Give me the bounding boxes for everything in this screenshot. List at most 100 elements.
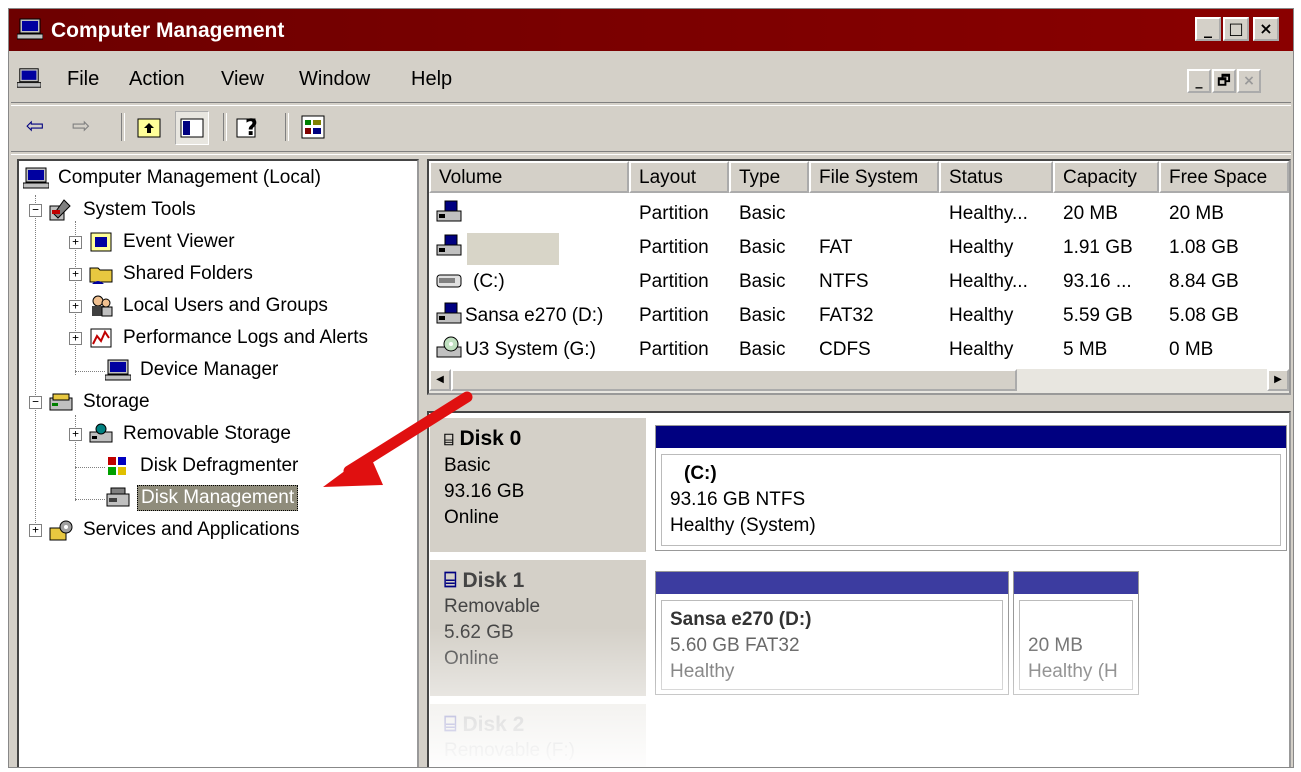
partition-bar: [656, 572, 1008, 594]
expand-icon[interactable]: +: [69, 427, 82, 441]
mdi-document-icon[interactable]: [17, 67, 41, 89]
mdi-close-button[interactable]: ×: [1237, 69, 1261, 93]
show-hide-tree-icon[interactable]: [175, 111, 209, 145]
cell-type: Basic: [739, 237, 786, 258]
tree-item-disk-management[interactable]: Disk Management: [105, 483, 299, 513]
tree-item-event-viewer[interactable]: + Event Viewer: [69, 227, 238, 257]
tree-item-services[interactable]: + Services and Applications: [29, 515, 303, 545]
cell-capacity: 20 MB: [1063, 203, 1118, 224]
window-title: Computer Management: [51, 19, 285, 42]
menu-action[interactable]: Action: [129, 68, 185, 91]
cell-type: Basic: [739, 339, 786, 360]
cell-free-space: 20 MB: [1169, 203, 1224, 224]
expand-icon[interactable]: +: [29, 523, 42, 537]
hard-drive-icon: [436, 274, 462, 288]
disk-1-size: 5.62 GB: [444, 622, 514, 643]
cd-drive-icon: [436, 336, 462, 358]
cell-type: Basic: [739, 271, 786, 292]
tree-item-disk-defragmenter[interactable]: Disk Defragmenter: [105, 451, 301, 481]
mdi-minimize-button[interactable]: _: [1187, 69, 1211, 93]
cell-file-system: FAT32: [819, 305, 874, 326]
toolbar-separator: [121, 113, 125, 141]
partition-info: (C:) 93.16 GB NTFS Healthy (System): [661, 454, 1281, 546]
menu-window[interactable]: Window: [299, 68, 370, 91]
help-icon[interactable]: ?: [233, 111, 265, 143]
partition-20mb[interactable]: 20 MB Healthy (H: [1013, 571, 1139, 695]
menu-bar: File Action View Window Help: [9, 59, 1293, 99]
volume-list[interactable]: Volume Layout Type File System Status Ca…: [427, 159, 1291, 395]
disk-2-label[interactable]: ⌸ Disk 2 Removable (F:): [429, 703, 647, 767]
column-header-type[interactable]: Type: [729, 161, 809, 193]
tree-connector: [75, 467, 105, 468]
cell-volume: Sansa e270 (D:): [465, 305, 604, 326]
menu-help[interactable]: Help: [411, 68, 452, 91]
cell-layout: Partition: [639, 271, 709, 292]
column-header-free-space[interactable]: Free Space: [1159, 161, 1289, 193]
tree-item-storage[interactable]: − Storage: [29, 387, 153, 417]
partition-status: Healthy: [670, 661, 735, 682]
horizontal-scrollbar[interactable]: ◀ ▶: [429, 369, 1289, 393]
partition-detail: 5.60 GB FAT32: [670, 635, 800, 656]
computer-icon: [23, 167, 49, 189]
tree-item-removable-storage[interactable]: + Removable Storage: [69, 419, 294, 449]
minimize-button[interactable]: _: [1195, 17, 1221, 41]
tree-label: Performance Logs and Alerts: [123, 327, 369, 348]
disk-management-icon: [106, 487, 130, 507]
pane-splitter[interactable]: [427, 401, 1291, 409]
collapse-icon[interactable]: −: [29, 203, 42, 217]
defragmenter-icon: [108, 457, 126, 475]
forward-arrow-icon[interactable]: ⇨: [65, 111, 97, 143]
tree-label: Device Manager: [140, 359, 279, 380]
computer-management-window: Computer Management _ □ × File Action Vi…: [8, 8, 1294, 768]
expand-icon[interactable]: +: [69, 235, 82, 249]
tree-item-device-manager[interactable]: Device Manager: [105, 355, 281, 385]
close-button[interactable]: ×: [1253, 17, 1279, 41]
tree-item-root[interactable]: Computer Management (Local): [23, 163, 324, 193]
cell-free-space: 5.08 GB: [1169, 305, 1239, 326]
scrollbar-thumb[interactable]: [451, 369, 1017, 391]
properties-icon[interactable]: [297, 111, 329, 143]
column-header-layout[interactable]: Layout: [629, 161, 729, 193]
partition-c[interactable]: (C:) 93.16 GB NTFS Healthy (System): [655, 425, 1287, 551]
menu-view[interactable]: View: [221, 68, 264, 91]
tree-item-local-users[interactable]: + Local Users and Groups: [69, 291, 331, 321]
scroll-right-icon[interactable]: ▶: [1267, 369, 1289, 391]
tree-item-system-tools[interactable]: − System Tools: [29, 195, 199, 225]
tree-label: Removable Storage: [123, 423, 291, 444]
services-icon: [49, 520, 73, 541]
expand-icon[interactable]: +: [69, 267, 82, 281]
cell-file-system: FAT: [819, 237, 853, 258]
cell-layout: Partition: [639, 305, 709, 326]
computer-icon: [17, 18, 43, 40]
collapse-icon[interactable]: −: [29, 395, 42, 409]
event-viewer-icon: [90, 232, 112, 252]
partition-bar: [1014, 572, 1138, 594]
up-folder-icon[interactable]: [133, 111, 165, 143]
annotation-arrow-icon: [323, 391, 473, 487]
tree-item-shared-folders[interactable]: + Shared Folders: [69, 259, 256, 289]
column-header-capacity[interactable]: Capacity: [1053, 161, 1159, 193]
expand-icon[interactable]: +: [69, 299, 82, 313]
toolbar-separator: [285, 113, 289, 141]
cell-type: Basic: [739, 305, 786, 326]
tree-item-performance-logs[interactable]: + Performance Logs and Alerts: [69, 323, 371, 353]
back-arrow-icon[interactable]: ⇦: [19, 111, 51, 143]
cell-free-space: 1.08 GB: [1169, 237, 1239, 258]
toolbar-separator: [223, 113, 227, 141]
cell-volume: (C:): [473, 271, 505, 292]
column-header-file-system[interactable]: File System: [809, 161, 939, 193]
disk-1-label[interactable]: ⌸ Disk 1 Removable 5.62 GB Online: [429, 559, 647, 697]
column-header-status[interactable]: Status: [939, 161, 1053, 193]
mdi-restore-button[interactable]: 🗗: [1212, 69, 1236, 93]
disk-graphical-view[interactable]: ⌸ Disk 0 Basic 93.16 GB Online (C:) 93.1…: [427, 411, 1291, 767]
menu-file[interactable]: File: [67, 68, 99, 91]
toolbar: ⇦ ⇨ ?: [9, 107, 1293, 147]
title-bar[interactable]: Computer Management _ □ ×: [9, 9, 1293, 51]
maximize-button[interactable]: □: [1223, 17, 1249, 41]
toolbar-separator-line: [11, 151, 1291, 155]
cell-status: Healthy: [949, 237, 1014, 258]
expand-icon[interactable]: +: [69, 331, 82, 345]
partition-sansa-d[interactable]: Sansa e270 (D:) 5.60 GB FAT32 Healthy: [655, 571, 1009, 695]
scroll-left-icon[interactable]: ◀: [429, 369, 451, 391]
column-header-volume[interactable]: Volume: [429, 161, 629, 193]
